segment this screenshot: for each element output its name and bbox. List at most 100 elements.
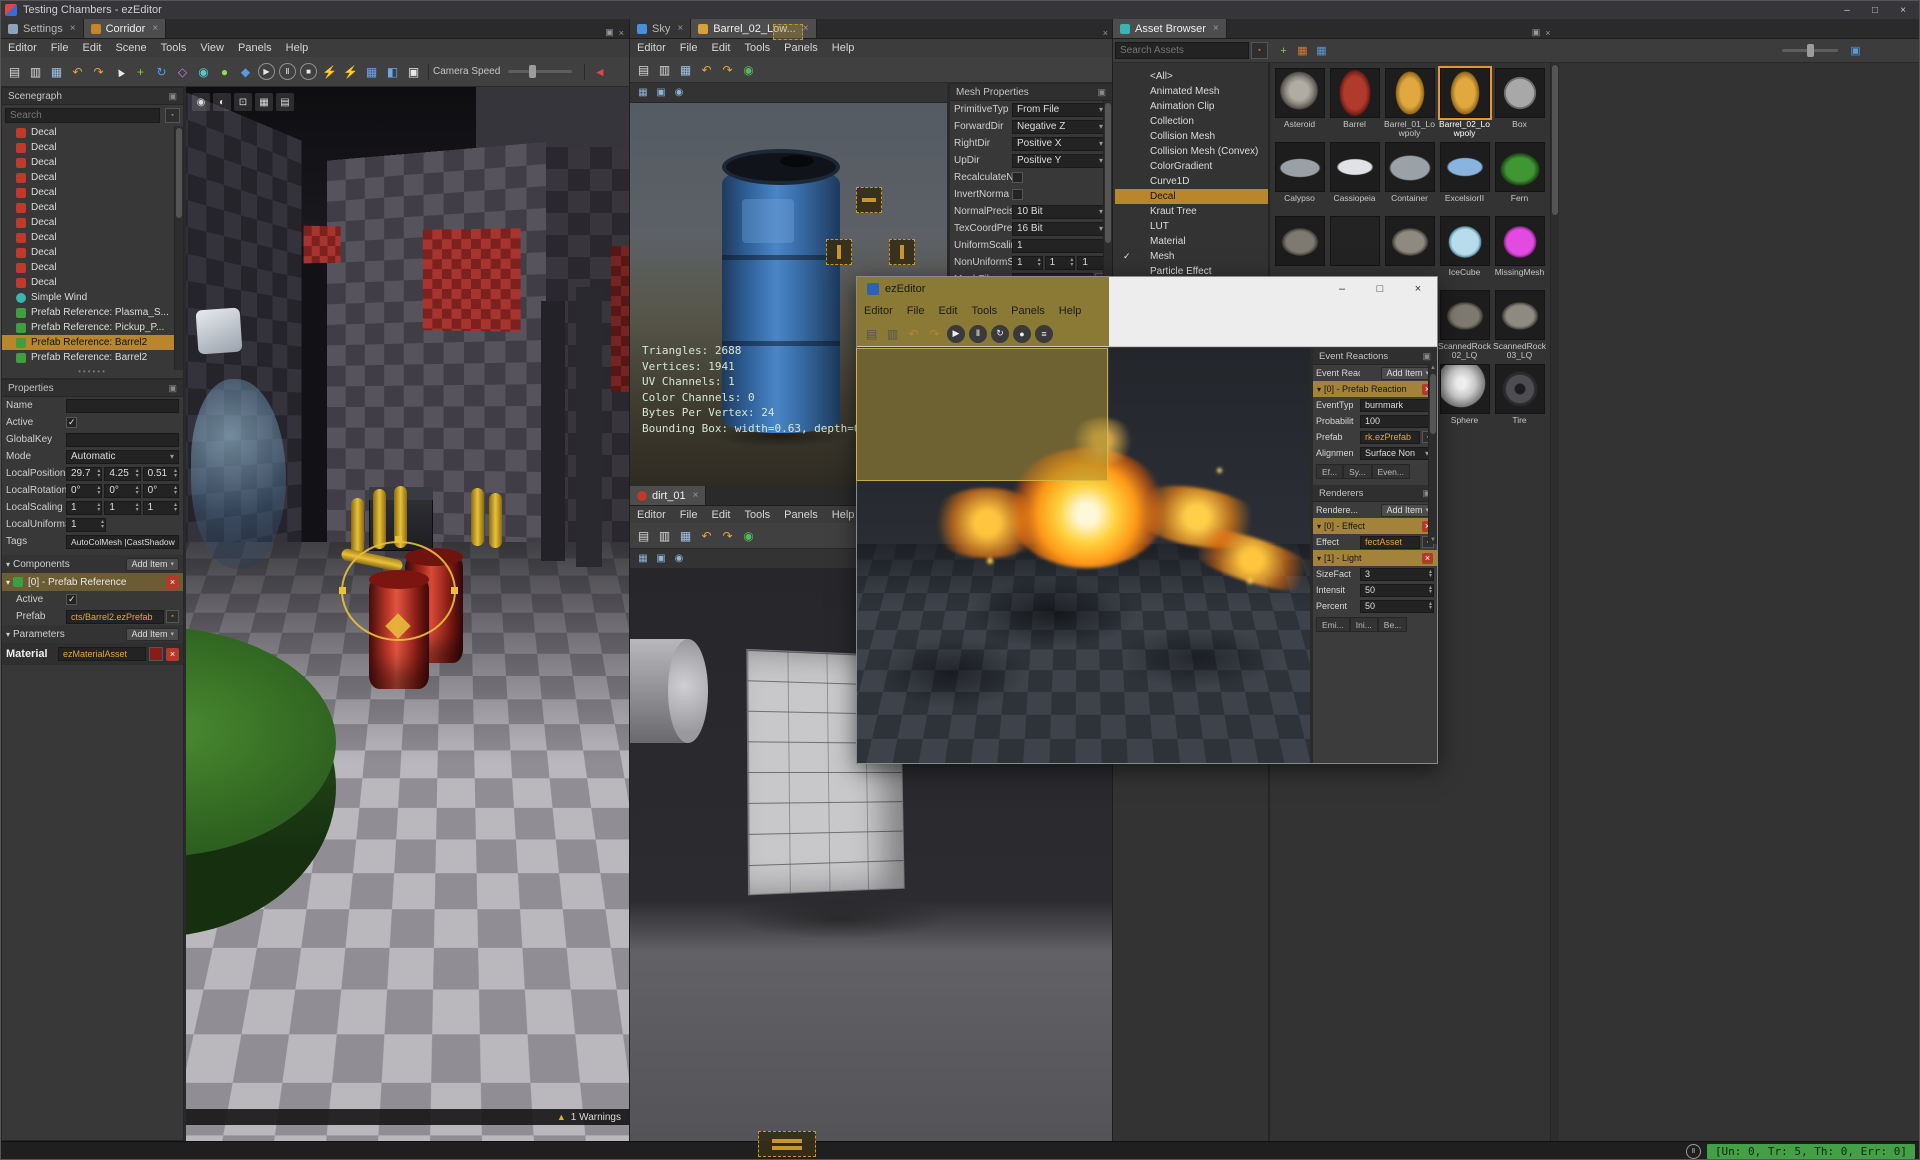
asset-thumbnail[interactable]: [1329, 216, 1380, 266]
menu-item[interactable]: Panels: [777, 40, 825, 56]
asset-type-item[interactable]: Animation Clip: [1115, 99, 1268, 114]
alignment-dropdown[interactable]: Surface Non: [1360, 446, 1434, 460]
position-z-spinner[interactable]: 0.51: [142, 466, 179, 481]
redo-icon[interactable]: ↷: [924, 323, 945, 344]
menu-item[interactable]: Editor: [1, 40, 44, 56]
open-document-icon[interactable]: ▥: [654, 525, 675, 546]
dock-guide-left[interactable]: [826, 239, 852, 265]
save-document-icon[interactable]: ▦: [675, 59, 696, 80]
menu-item[interactable]: Edit: [75, 40, 108, 56]
panel-float-icon[interactable]: [1422, 351, 1431, 362]
updir-dropdown[interactable]: Positive Y: [1012, 153, 1108, 168]
asset-thumbnail[interactable]: [1384, 68, 1435, 118]
pause-icon[interactable]: Ⅱ: [969, 324, 987, 343]
eventtype-input[interactable]: burnmark: [1360, 398, 1434, 412]
screenshot-icon[interactable]: ▤: [276, 93, 294, 111]
asset-cell[interactable]: Tire: [1492, 363, 1547, 437]
dock-close-icon[interactable]: [619, 28, 624, 38]
asset-thumbnail[interactable]: [1494, 216, 1545, 266]
menu-item[interactable]: File: [44, 40, 76, 56]
material-color-swatch[interactable]: [149, 647, 163, 661]
scenegraph-header[interactable]: Scenegraph: [2, 88, 183, 105]
asset-type-item[interactable]: Material: [1115, 234, 1268, 249]
scenegraph-item[interactable]: Decal: [2, 230, 183, 245]
document-tab[interactable]: Sky: [630, 19, 692, 38]
open-document-icon[interactable]: ▥: [25, 61, 46, 82]
undo-icon[interactable]: ↶: [696, 59, 717, 80]
menu-item[interactable]: Tools: [154, 40, 194, 56]
panel-tab[interactable]: Ini...: [1349, 617, 1378, 632]
scenegraph-search-input[interactable]: [5, 107, 160, 123]
scaling-z-spinner[interactable]: 1: [142, 500, 179, 515]
primitivetype-dropdown[interactable]: From File: [1012, 102, 1108, 117]
asset-grid-scrollbar[interactable]: [1550, 63, 1559, 1141]
remove-item-icon[interactable]: [1422, 552, 1433, 564]
save-document-icon[interactable]: ▦: [675, 525, 696, 546]
sizefactor-spinner[interactable]: 3: [1360, 567, 1434, 581]
window-titlebar[interactable]: Testing Chambers - ezEditor – □ ×: [1, 1, 1919, 19]
search-clear-icon[interactable]: [1251, 42, 1268, 59]
scenegraph-item[interactable]: Prefab Reference: Plasma_S...: [2, 305, 183, 320]
scenegraph-item[interactable]: Decal: [2, 275, 183, 290]
asset-thumbnail[interactable]: [1274, 68, 1325, 118]
menu-icon[interactable]: ≡: [1035, 324, 1053, 343]
document-tab[interactable]: Corridor: [83, 19, 167, 38]
scenegraph-item[interactable]: Decal: [2, 140, 183, 155]
panel-tab[interactable]: Be...: [1377, 617, 1408, 632]
scenegraph-item[interactable]: Prefab Reference: Barrel2: [2, 335, 183, 350]
effect-item-header[interactable]: [0] - Effect: [1313, 518, 1437, 534]
scenegraph-item[interactable]: Simple Wind: [2, 290, 183, 305]
asset-thumbnail[interactable]: [1439, 290, 1490, 340]
dock-float-icon[interactable]: [1532, 27, 1541, 38]
asset-thumbnail[interactable]: [1494, 142, 1545, 192]
document-tab[interactable]: Settings: [1, 19, 84, 38]
scenegraph-item[interactable]: Decal: [2, 245, 183, 260]
asset-thumbnail[interactable]: [1494, 364, 1545, 414]
probability-spinner[interactable]: 100: [1360, 414, 1434, 428]
simulate-icon[interactable]: ⚡: [319, 61, 340, 82]
menu-item[interactable]: Editor: [630, 40, 673, 56]
mesh-properties-header[interactable]: Mesh Properties: [950, 84, 1112, 101]
asset-cell[interactable]: Barrel: [1327, 67, 1382, 141]
dock-close-icon[interactable]: [1103, 28, 1108, 38]
scenegraph-item[interactable]: Decal: [2, 170, 183, 185]
search-clear-icon[interactable]: [165, 107, 180, 123]
asset-type-item[interactable]: LUT: [1115, 219, 1268, 234]
undo-icon[interactable]: ↶: [67, 61, 88, 82]
panel-tab[interactable]: Even...: [1371, 464, 1410, 479]
translate-gizmo-icon[interactable]: +: [130, 61, 151, 82]
effect-asset-input[interactable]: fectAsset: [1360, 535, 1420, 549]
gizmo-handle-top[interactable]: [395, 536, 402, 543]
forwarddir-dropdown[interactable]: Negative Z: [1012, 119, 1108, 134]
asset-search-input[interactable]: [1115, 42, 1249, 59]
position-y-spinner[interactable]: 4.25: [104, 466, 141, 481]
select-cursor-icon[interactable]: ▲: [109, 61, 130, 82]
asset-thumbnail[interactable]: [1329, 142, 1380, 192]
light-item-header[interactable]: [1] - Light: [1313, 550, 1437, 566]
play-icon[interactable]: ▶: [947, 324, 965, 343]
invertnormals-checkbox[interactable]: [1012, 189, 1023, 200]
dock-float-icon[interactable]: [605, 27, 614, 38]
undo-icon[interactable]: ↶: [903, 323, 924, 344]
remove-component-icon[interactable]: [166, 575, 179, 589]
add-parameter-button[interactable]: Add Item: [126, 627, 179, 641]
asset-type-item[interactable]: ✓ Mesh: [1115, 249, 1268, 264]
rotate-gizmo-icon[interactable]: ↻: [151, 61, 172, 82]
scene-viewport[interactable]: ◉ ◐ ⊡ ▦ ▤ ▲ 1 Warnings: [186, 87, 629, 1141]
pause-log-icon[interactable]: Ⅱ: [1685, 1143, 1701, 1159]
panel-splitter-handle[interactable]: ••••••: [2, 367, 183, 376]
dock-guide-right[interactable]: [889, 239, 915, 265]
asset-type-item[interactable]: Curve1D: [1115, 174, 1268, 189]
mode-dropdown[interactable]: Automatic: [66, 449, 179, 464]
add-event-reaction-button[interactable]: Add Item: [1381, 366, 1434, 380]
camera-icon[interactable]: ◉: [192, 93, 210, 111]
play-icon[interactable]: ▶: [258, 63, 275, 80]
record-icon[interactable]: ●: [1013, 324, 1031, 343]
menu-item[interactable]: Help: [825, 40, 862, 56]
position-x-spinner[interactable]: 29.7: [66, 466, 103, 481]
scenegraph-item[interactable]: Decal: [2, 200, 183, 215]
maximize-button[interactable]: □: [1861, 1, 1889, 19]
reload-assets-icon[interactable]: ◉: [738, 525, 759, 546]
asset-cell[interactable]: Container: [1382, 141, 1437, 215]
asset-cell[interactable]: Fern: [1492, 141, 1547, 215]
